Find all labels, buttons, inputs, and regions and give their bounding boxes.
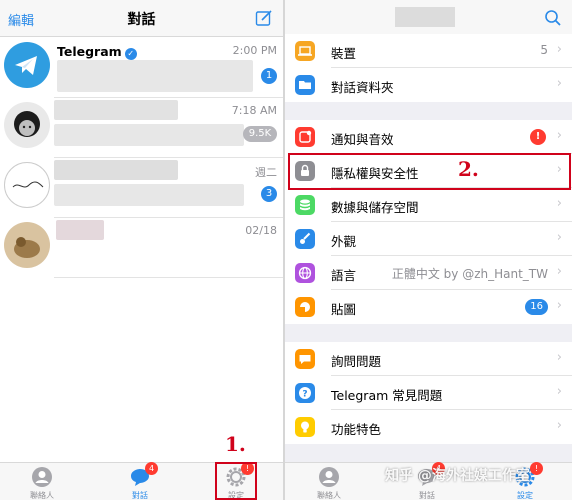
row-label: 通知與音效 (331, 132, 394, 147)
blurred-message-preview (57, 60, 253, 92)
chevron-right-icon: › (556, 196, 562, 211)
chats-screen: 編輯 對話 Telegram ✓ 2:00 PM 1 7:18 AM 9.5K … (0, 0, 283, 500)
globe-icon (295, 263, 315, 283)
chat-row[interactable]: 週二 3 (0, 158, 283, 218)
settings-row-appearance[interactable]: 外觀 › (285, 222, 572, 256)
avatar (4, 222, 50, 268)
bell-icon (295, 127, 315, 147)
question-icon: ? (295, 383, 315, 403)
tab-contacts[interactable]: 聯絡人 (299, 466, 359, 500)
blurred-chat-name (54, 160, 178, 180)
chevron-right-icon: › (556, 42, 562, 57)
unread-badge: 9.5K (243, 126, 277, 142)
tab-chats[interactable]: 4 對話 (110, 462, 170, 500)
blurred-message-preview (54, 184, 244, 206)
settings-screen: 裝置 5 › 對話資料夾 › 通知與音效 ! › 隱私權與安全性 › 數據與儲存… (285, 0, 572, 500)
tab-contacts[interactable]: 聯絡人 (12, 466, 72, 500)
tab-label: 對話 (132, 491, 148, 500)
brush-icon (295, 229, 315, 249)
sticker-icon (295, 297, 315, 317)
tab-label: 聯絡人 (317, 491, 341, 500)
blurred-title (395, 7, 455, 27)
person-icon (32, 467, 52, 487)
chat-bubble-icon (295, 349, 315, 369)
chats-header: 編輯 對話 (0, 0, 283, 37)
chevron-right-icon: › (556, 264, 562, 279)
row-label: 詢問問題 (331, 354, 382, 369)
settings-row-features[interactable]: 功能特色 › (285, 410, 572, 444)
watermark-text: 知乎 @海外社媒工作室 (385, 468, 530, 484)
unread-badge: 3 (261, 186, 277, 202)
database-icon (295, 195, 315, 215)
blurred-chat-name (54, 100, 178, 120)
tab-bar: 聯絡人 4 對話 ! 設定 知乎 @海外社媒工作室 (285, 462, 572, 500)
step-2-marker: 2. (458, 157, 479, 181)
chevron-right-icon: › (556, 230, 562, 245)
settings-row-stickers[interactable]: 貼圖 16 › (285, 290, 572, 324)
row-label: 功能特色 (331, 422, 382, 437)
row-label: 裝置 (331, 46, 357, 61)
divider (54, 277, 283, 278)
chevron-right-icon: › (556, 418, 562, 433)
tab-label: 對話 (419, 491, 435, 500)
settings-row-devices[interactable]: 裝置 5 › (285, 34, 572, 68)
svg-text:?: ? (302, 390, 307, 400)
tab-label: 設定 (517, 491, 533, 500)
chevron-right-icon: › (556, 76, 562, 91)
row-label: 對話資料夾 (331, 80, 394, 95)
settings-row-language[interactable]: 語言 正體中文 by @zh_Hant_TW › (285, 256, 572, 290)
tab-badge: 4 (145, 462, 158, 475)
row-label: Telegram 常見問題 (331, 388, 443, 403)
alert-badge: ! (530, 129, 546, 145)
folder-icon (295, 75, 315, 95)
row-label: 外觀 (331, 234, 357, 249)
laptop-icon (295, 41, 315, 61)
row-value: 正體中文 by @zh_Hant_TW (391, 267, 548, 281)
chevron-right-icon: › (556, 350, 562, 365)
verified-badge-icon: ✓ (124, 48, 137, 60)
blurred-message-preview (54, 124, 244, 146)
row-label: 貼圖 (331, 302, 357, 317)
lightbulb-icon (295, 417, 315, 437)
settings-tab-highlight (215, 462, 257, 500)
settings-header (285, 0, 572, 37)
chat-time: 02/18 (245, 224, 277, 237)
telegram-logo-icon (4, 42, 50, 88)
compose-icon[interactable] (255, 9, 273, 27)
chat-name: Telegram ✓ (57, 44, 137, 60)
avatar (4, 102, 50, 148)
chat-row[interactable]: 7:18 AM 9.5K (0, 98, 283, 158)
settings-row-data-storage[interactable]: 數據與儲存空間 › (285, 188, 572, 222)
settings-row-notifications[interactable]: 通知與音效 ! › (285, 120, 572, 154)
chevron-right-icon: › (556, 384, 562, 399)
blurred-chat-name (56, 220, 104, 240)
search-icon[interactable] (544, 9, 562, 27)
row-label: 數據與儲存空間 (331, 200, 419, 215)
chevron-right-icon: › (556, 298, 562, 313)
chat-time: 7:18 AM (231, 104, 277, 117)
step-1-marker: 1. (225, 432, 246, 456)
unread-badge: 1 (261, 68, 277, 84)
chevron-right-icon: › (556, 128, 562, 143)
tab-label: 聯絡人 (30, 491, 54, 500)
settings-row-faq[interactable]: ? Telegram 常見問題 › (285, 376, 572, 410)
settings-row-ask-question[interactable]: 詢問問題 › (285, 342, 572, 376)
tab-badge: ! (530, 462, 543, 475)
settings-row-chat-folders[interactable]: 對話資料夾 › (285, 68, 572, 102)
avatar (4, 162, 50, 208)
chat-row[interactable]: 02/18 (0, 218, 283, 278)
chat-row-telegram[interactable]: Telegram ✓ 2:00 PM 1 (0, 38, 283, 98)
count-badge: 16 (525, 299, 548, 315)
row-value: 5 (540, 43, 548, 57)
chat-time: 週二 (255, 166, 277, 179)
chats-title: 對話 (127, 12, 156, 28)
chat-time: 2:00 PM (232, 44, 277, 57)
row-label: 語言 (331, 268, 357, 283)
person-icon (319, 467, 339, 487)
privacy-row-highlight (288, 153, 571, 190)
